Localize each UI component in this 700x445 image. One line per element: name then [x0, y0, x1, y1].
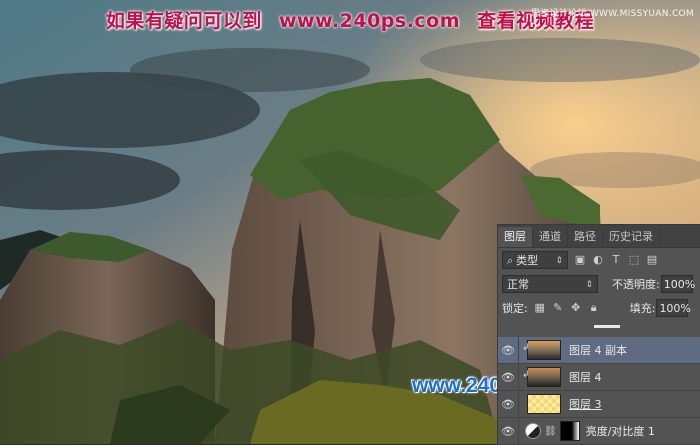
tab-layers[interactable]: 图层	[498, 227, 533, 247]
layer-row[interactable]: 👁︎ ⛓︎ 亮度/对比度 1	[498, 418, 700, 445]
layer-thumbnail	[527, 340, 561, 360]
layer-thumbnail	[527, 394, 561, 414]
lock-fill-row: 锁定: ▦ ✎ ✥ 🔒︎ 填充: 100%	[498, 296, 700, 320]
fill-value: 100%	[659, 302, 691, 315]
lock-label: 锁定:	[502, 302, 528, 315]
layer-row[interactable]: 👁︎ ↲ 图层 4 副本	[498, 337, 700, 364]
scroll-indicator	[594, 325, 620, 328]
layer-row[interactable]: 👁︎ ↲ 图层 4	[498, 364, 700, 391]
chevron-updown-icon: ⇕	[585, 280, 593, 290]
adjustment-filter-icon[interactable]: ◐	[592, 254, 604, 266]
eye-icon[interactable]: 👁︎	[498, 371, 518, 384]
layer-name[interactable]: 图层 4 副本	[569, 342, 627, 358]
chain-link-icon[interactable]: ⛓︎	[544, 426, 557, 437]
shape-filter-icon[interactable]: ⬚	[628, 254, 640, 266]
type-filter-icon[interactable]: T	[610, 254, 622, 266]
filter-kind-label: 类型	[516, 254, 539, 267]
corner-watermark: 思缘设计论坛 WWW.MISSYUAN.COM	[530, 9, 694, 19]
brightness-contrast-icon	[525, 423, 541, 439]
layers-panel: 图层 通道 路径 历史记录 ⌕ 类型 ⇕ ▣ ◐ T ⬚ ▤ 正常 ⇕ 不透明度:…	[497, 224, 700, 445]
layer-list: 👁︎ ↲ 图层 4 副本 👁︎ ↲ 图层 4 👁︎ 图层 3 👁︎ ⛓︎ 亮度/…	[498, 337, 700, 445]
blend-mode-value: 正常	[507, 278, 529, 291]
blend-mode-select[interactable]: 正常 ⇕	[502, 275, 598, 293]
lock-position-icon[interactable]: ✥	[570, 302, 582, 314]
clip-arrow-icon: ↲	[522, 370, 530, 380]
eye-icon[interactable]: 👁︎	[498, 344, 518, 357]
filter-row: ⌕ 类型 ⇕ ▣ ◐ T ⬚ ▤	[498, 248, 700, 272]
tab-history[interactable]: 历史记录	[603, 227, 660, 247]
clip-arrow-icon: ↲	[522, 343, 530, 353]
chevron-updown-icon: ⇕	[555, 256, 563, 266]
eye-icon[interactable]: 👁︎	[498, 425, 518, 438]
layer-name[interactable]: 图层 4	[569, 369, 602, 385]
tab-paths[interactable]: 路径	[568, 227, 603, 247]
panel-tabs: 图层 通道 路径 历史记录	[498, 225, 700, 248]
search-icon: ⌕	[507, 254, 514, 267]
opacity-value: 100%	[663, 278, 696, 291]
fill-field[interactable]: 100%	[656, 299, 691, 317]
opacity-field[interactable]: 100%	[660, 275, 696, 293]
eye-icon[interactable]: 👁︎	[498, 398, 518, 411]
watermark-text-left: 如果有疑问可以到	[105, 10, 262, 32]
image-filter-icon[interactable]: ▣	[574, 254, 586, 266]
watermark-url: www.240ps.com	[278, 10, 461, 32]
fill-label: 填充:	[629, 302, 656, 315]
lock-all-icon[interactable]: 🔒︎	[588, 302, 600, 314]
layer-name[interactable]: 图层 3	[569, 396, 602, 412]
layer-mask-thumbnail	[559, 421, 580, 441]
tab-channels[interactable]: 通道	[533, 227, 568, 247]
smart-object-filter-icon[interactable]: ▤	[646, 254, 658, 266]
layer-thumbnail	[527, 367, 561, 387]
lock-transparency-icon[interactable]: ▦	[534, 302, 546, 314]
filter-kind-select[interactable]: ⌕ 类型 ⇕	[502, 251, 568, 269]
layer-row[interactable]: 👁︎ 图层 3	[498, 391, 700, 418]
lock-paint-icon[interactable]: ✎	[552, 302, 564, 314]
layer-name[interactable]: 亮度/对比度 1	[586, 423, 655, 439]
blend-opacity-row: 正常 ⇕ 不透明度: 100%	[498, 272, 700, 296]
opacity-label: 不透明度:	[612, 278, 660, 291]
